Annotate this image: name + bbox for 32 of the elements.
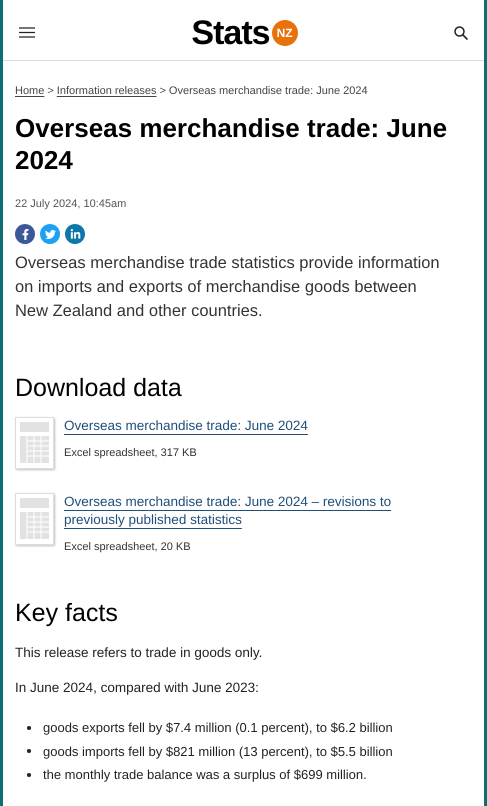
intro-text: Overseas merchandise trade statistics provide information on imports and exports of merchandise goods between New Zealand and other countries. bbox=[15, 253, 441, 322]
bullet-icon bbox=[27, 726, 31, 730]
bullet-text: the monthly trade balance was a surplus of $699 million. bbox=[43, 766, 367, 784]
spreadsheet-icon bbox=[15, 417, 54, 469]
spreadsheet-icon bbox=[15, 493, 54, 545]
logo-wordmark: Stats bbox=[191, 16, 270, 50]
bullet-text: goods imports fell by $821 million (13 percent), to $5.5 billion bbox=[43, 742, 393, 761]
logo[interactable]: Stats NZ bbox=[191, 16, 298, 50]
linkedin-icon[interactable] bbox=[65, 224, 85, 244]
breadcrumb-current: Overseas merchandise trade: June 2024 bbox=[168, 84, 368, 99]
menu-icon[interactable] bbox=[19, 27, 35, 38]
logo-badge: NZ bbox=[272, 20, 298, 46]
download-link[interactable]: Overseas merchandise trade: June 2024 – revisions to previously published statistics bbox=[64, 493, 472, 529]
bullet-icon bbox=[27, 749, 31, 754]
paragraph-text: This release refers to trade in goods only. bbox=[15, 644, 264, 662]
section-heading: Key facts bbox=[15, 598, 119, 628]
release-date: 22 July 2024, 10:45am bbox=[15, 196, 128, 212]
breadcrumb-separator: > bbox=[159, 84, 166, 99]
breadcrumb-link[interactable]: Home bbox=[15, 83, 44, 100]
paragraph-text: In June 2024, compared with June 2023: bbox=[15, 678, 260, 697]
page-title: Overseas merchandise trade: June 2024 bbox=[15, 112, 448, 176]
file-meta: Excel spreadsheet, 20 KB bbox=[64, 540, 192, 555]
search-icon[interactable] bbox=[454, 26, 468, 40]
breadcrumb-link[interactable]: Information releases bbox=[56, 83, 156, 100]
bullet-text: goods exports fell by $7.4 million (0.1 percent), to $6.2 billion bbox=[43, 719, 393, 737]
download-link[interactable]: Overseas merchandise trade: June 2024 bbox=[64, 417, 368, 435]
section-heading: Download data bbox=[15, 373, 183, 403]
bullet-icon bbox=[27, 772, 31, 777]
twitter-icon[interactable] bbox=[40, 224, 60, 244]
breadcrumb-separator: > bbox=[47, 84, 54, 99]
facebook-icon[interactable] bbox=[15, 224, 35, 244]
file-meta: Excel spreadsheet, 317 KB bbox=[64, 446, 198, 461]
